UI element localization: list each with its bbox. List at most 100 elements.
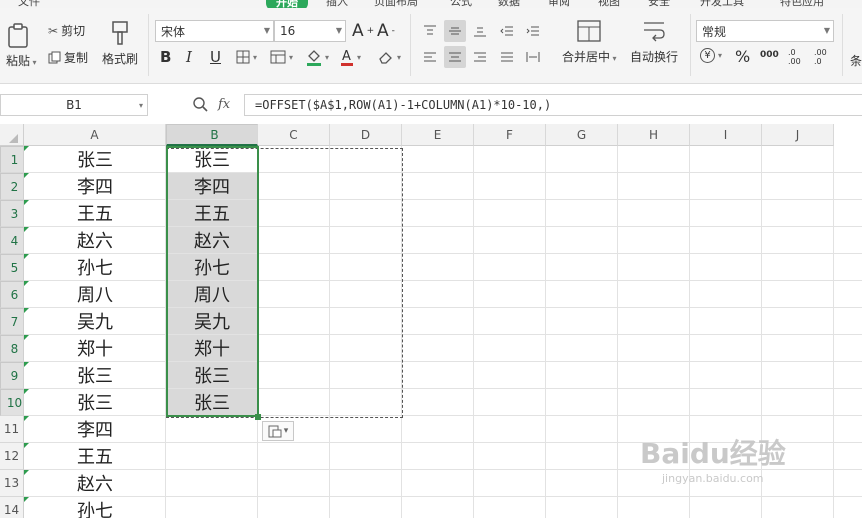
cell-b9[interactable]: 张三 — [166, 362, 258, 388]
cell-a12[interactable]: 王五 — [24, 443, 166, 469]
currency-button[interactable]: ¥ ▾ — [700, 48, 722, 63]
tab-home[interactable]: 开始 — [266, 0, 308, 8]
cell-a4[interactable]: 赵六 — [24, 227, 166, 253]
select-all-corner[interactable] — [0, 124, 24, 146]
align-top-button[interactable] — [419, 20, 441, 42]
cell-a9[interactable]: 张三 — [24, 362, 166, 388]
cell-b4[interactable]: 赵六 — [166, 227, 258, 253]
column-header-e[interactable]: E — [402, 124, 474, 146]
tab-developer[interactable]: 开发工具 — [700, 0, 744, 8]
column-header-i[interactable]: I — [690, 124, 762, 146]
tab-review[interactable]: 审阅 — [548, 0, 570, 8]
cell-b8[interactable]: 郑十 — [166, 335, 258, 361]
paste-options-button[interactable]: ▾ — [262, 421, 294, 441]
cell-b5[interactable]: 孙七 — [166, 254, 258, 280]
cell-a2[interactable]: 李四 — [24, 173, 166, 199]
justify-button[interactable] — [496, 46, 518, 68]
cell-a6[interactable]: 周八 — [24, 281, 166, 307]
format-painter-button[interactable]: 格式刷 — [102, 20, 138, 67]
copy-button[interactable]: 复制 — [48, 49, 88, 66]
row-header[interactable]: 6 — [0, 281, 24, 308]
bold-button[interactable]: B — [160, 48, 171, 66]
font-name-select[interactable]: 宋体 ▼ — [155, 20, 274, 42]
row-header[interactable]: 3 — [0, 200, 24, 227]
name-box[interactable]: B1 ▾ — [0, 94, 148, 116]
align-middle-button[interactable] — [444, 20, 466, 42]
cell-a11[interactable]: 李四 — [24, 416, 166, 442]
cut-button[interactable]: ✂ 剪切 — [48, 22, 85, 39]
fill-color-button[interactable]: ▾ — [306, 48, 329, 66]
decrease-indent-button[interactable] — [496, 20, 518, 42]
cell-b6[interactable]: 周八 — [166, 281, 258, 307]
italic-button[interactable]: I — [186, 48, 192, 66]
column-header-b[interactable]: B — [166, 124, 258, 146]
row-header[interactable]: 5 — [0, 254, 24, 281]
merge-center-button[interactable]: 合并居中 ▾ — [562, 20, 617, 65]
cell-a8[interactable]: 郑十 — [24, 335, 166, 361]
tab-special[interactable]: 特色应用 — [780, 0, 824, 8]
align-left-button[interactable] — [419, 46, 441, 68]
underline-button[interactable]: U — [210, 48, 221, 66]
cell-a1[interactable]: 张三 — [24, 146, 166, 172]
row-header[interactable]: 9 — [0, 362, 24, 389]
distributed-button[interactable] — [522, 46, 544, 68]
align-bottom-button[interactable] — [469, 20, 491, 42]
cell-a10[interactable]: 张三 — [24, 389, 166, 415]
paste-button[interactable]: 粘贴 ▾ — [6, 22, 37, 69]
tab-insert[interactable]: 插入 — [326, 0, 348, 8]
decrease-decimal-button[interactable]: .00 .0 — [814, 48, 834, 66]
wrap-text-button[interactable]: 自动换行 — [630, 20, 678, 65]
row-header[interactable]: 11 — [0, 416, 24, 443]
row-header[interactable]: 14 — [0, 497, 24, 518]
conditional-format-button[interactable]: 条 — [850, 52, 862, 69]
borders-button[interactable]: ▾ — [236, 50, 257, 64]
cell-b7[interactable]: 吴九 — [166, 308, 258, 334]
tab-page-layout[interactable]: 页面布局 — [374, 0, 418, 8]
thousands-button[interactable]: 000 — [760, 50, 779, 60]
row-header[interactable]: 10 — [0, 389, 24, 416]
cell-style-button[interactable]: ▾ — [270, 50, 293, 64]
row-header[interactable]: 8 — [0, 335, 24, 362]
row-header[interactable]: 7 — [0, 308, 24, 335]
increase-font-button[interactable]: A + — [352, 21, 374, 41]
align-center-button[interactable] — [444, 46, 466, 68]
increase-indent-button[interactable] — [522, 20, 544, 42]
cell-b2[interactable]: 李四 — [166, 173, 258, 199]
cell-a7[interactable]: 吴九 — [24, 308, 166, 334]
decrease-font-button[interactable]: A- — [377, 21, 395, 41]
cell-a5[interactable]: 孙七 — [24, 254, 166, 280]
column-header-h[interactable]: H — [618, 124, 690, 146]
number-format-select[interactable]: 常规 ▼ — [696, 20, 834, 42]
column-header-g[interactable]: G — [546, 124, 618, 146]
row-header[interactable]: 2 — [0, 173, 24, 200]
fx-icon[interactable]: fx — [218, 97, 230, 112]
tab-security[interactable]: 安全 — [648, 0, 670, 8]
column-header-d[interactable]: D — [330, 124, 402, 146]
row-header[interactable]: 1 — [0, 146, 24, 173]
row-header[interactable]: 4 — [0, 227, 24, 254]
tab-data[interactable]: 数据 — [498, 0, 520, 8]
row-header[interactable]: 12 — [0, 443, 24, 470]
row-header[interactable]: 13 — [0, 470, 24, 497]
zoom-icon[interactable] — [192, 96, 208, 112]
column-header-c[interactable]: C — [258, 124, 330, 146]
clear-button[interactable]: ▾ — [378, 50, 401, 64]
fill-handle[interactable] — [255, 414, 261, 420]
column-header-a[interactable]: A — [24, 124, 166, 146]
cell-a14[interactable]: 孙七 — [24, 497, 166, 518]
cell-b1[interactable]: 张三 — [166, 146, 258, 172]
column-header-j[interactable]: J — [762, 124, 834, 146]
tab-file[interactable]: 文件 — [18, 0, 40, 8]
tab-formulas[interactable]: 公式 — [450, 0, 472, 8]
percent-button[interactable]: % — [735, 47, 750, 66]
tab-view[interactable]: 视图 — [598, 0, 620, 8]
cell-a13[interactable]: 赵六 — [24, 470, 166, 496]
font-size-select[interactable]: 16 ▼ — [274, 20, 346, 42]
font-color-button[interactable]: A ▾ — [340, 48, 361, 66]
increase-decimal-button[interactable]: .0 .00 — [788, 48, 808, 66]
cell-b3[interactable]: 王五 — [166, 200, 258, 226]
cell-b10[interactable]: 张三 — [166, 389, 258, 415]
align-right-button[interactable] — [469, 46, 491, 68]
cell-a3[interactable]: 王五 — [24, 200, 166, 226]
column-header-f[interactable]: F — [474, 124, 546, 146]
